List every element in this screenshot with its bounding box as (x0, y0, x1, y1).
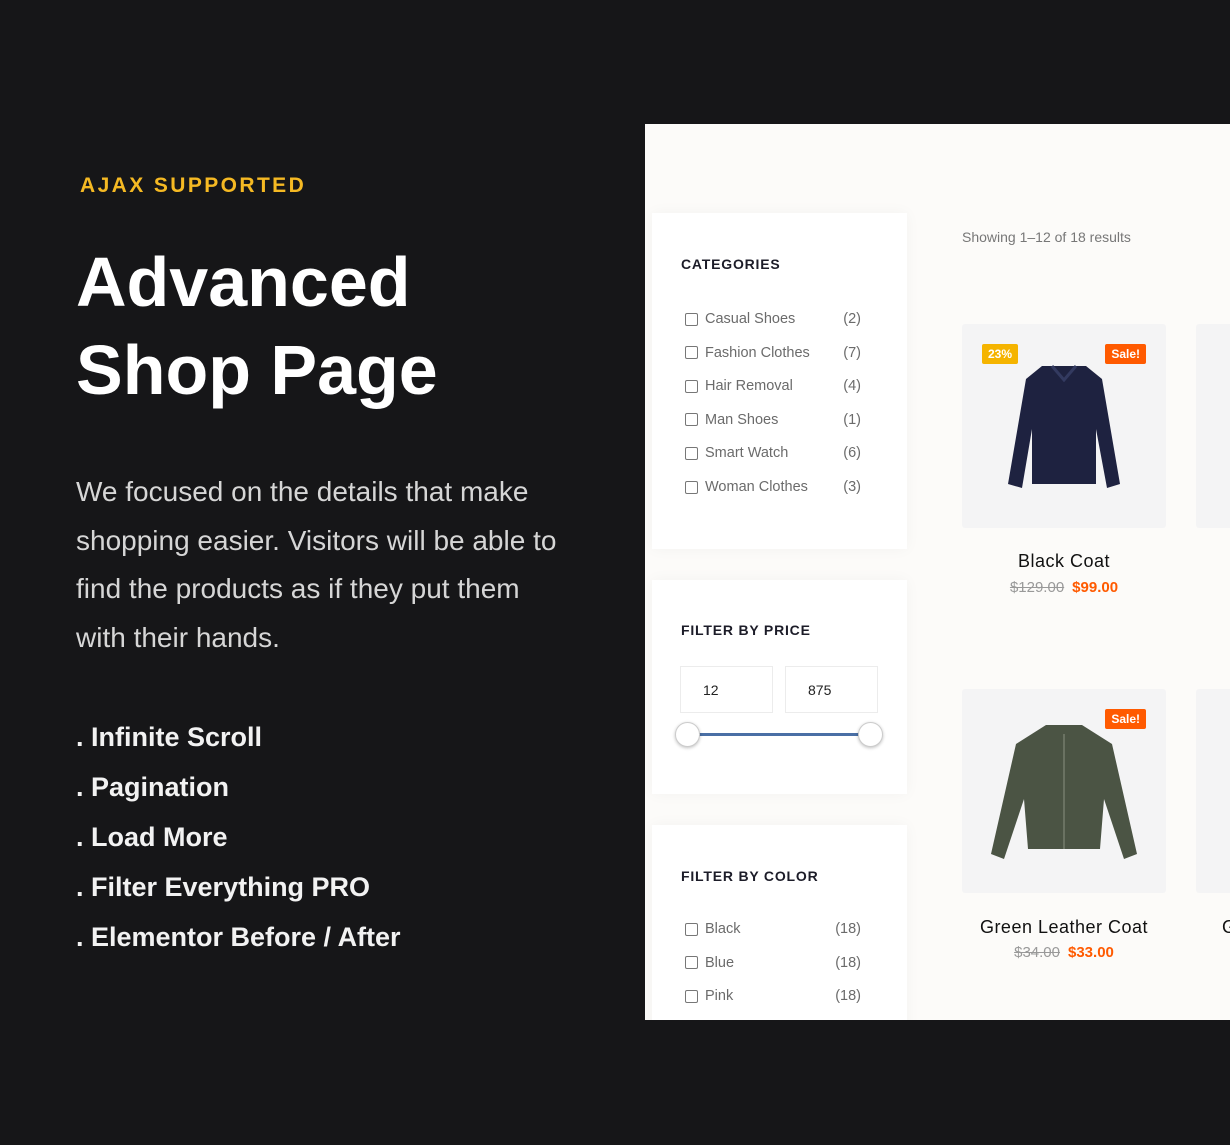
old-price: $129.00 (1009, 579, 1065, 596)
feature-item: . Elementor Before / After (76, 922, 401, 952)
option-count: (7) (843, 344, 861, 361)
checkbox[interactable] (685, 413, 698, 427)
option-count: (18) (835, 988, 861, 1005)
filter-option[interactable]: Black (18) (685, 919, 861, 939)
option-count: (1) (843, 411, 861, 428)
option-count: (2) (843, 311, 861, 327)
filter-option[interactable]: Woman Clothes (3) (685, 477, 861, 497)
min-price-handle[interactable] (675, 722, 700, 747)
feature-list: . Infinite Scroll . Pagination . Load Mo… (76, 722, 401, 972)
option-label: Smart Watch (705, 445, 789, 462)
checkbox[interactable] (685, 922, 698, 936)
option-count: (3) (843, 479, 861, 495)
hero-title: Advanced Shop Page (76, 238, 438, 414)
option-label: Woman Clothes (705, 479, 808, 495)
option-label: Blue (705, 954, 735, 971)
eyebrow-label: AJAX SUPPORTED (80, 174, 307, 197)
product-image[interactable] (1196, 324, 1230, 528)
checkbox[interactable] (685, 480, 698, 494)
product-price: $34.00 $33.00 (962, 944, 1166, 961)
sale-price: $33.00 (1068, 944, 1114, 961)
product-image[interactable]: 23% Sale! (962, 324, 1166, 528)
checkbox[interactable] (685, 379, 698, 393)
widget-title: FILTER BY COLOR (681, 868, 819, 884)
max-price-input[interactable]: 875 (785, 666, 878, 713)
feature-item: . Infinite Scroll (76, 722, 263, 752)
product-name[interactable]: Black Coat (962, 551, 1166, 572)
option-label: Fashion Clothes (705, 344, 810, 361)
feature-item: . Pagination (76, 772, 230, 802)
product-name[interactable]: G (1222, 917, 1230, 938)
filter-option[interactable]: Smart Watch (6) (685, 443, 861, 463)
green-jacket-image (991, 725, 1137, 859)
title-line: Advanced (76, 243, 411, 321)
option-label: Casual Shoes (705, 311, 796, 327)
sale-price: $99.00 (1072, 579, 1119, 596)
checkbox[interactable] (685, 989, 698, 1003)
checkbox[interactable] (685, 446, 698, 460)
feature-item: . Load More (76, 822, 228, 852)
filter-option[interactable]: Blue (18) (685, 953, 861, 973)
option-label: Man Shoes (705, 411, 779, 428)
widget-title: CATEGORIES (681, 256, 781, 272)
old-price: $34.00 (1014, 944, 1060, 961)
product-name[interactable]: Green Leather Coat (962, 917, 1166, 938)
option-count: (18) (835, 954, 861, 971)
min-price-input[interactable]: 12 (680, 666, 773, 713)
categories-widget: CATEGORIES Casual Shoes (2) Fashion Clothe… (652, 213, 907, 549)
checkbox[interactable] (685, 312, 698, 326)
filter-option[interactable]: Hair Removal (4) (685, 376, 861, 396)
feature-item: . Filter Everything PRO (76, 872, 371, 902)
product-image[interactable]: Sale! (962, 689, 1166, 893)
checkbox[interactable] (685, 346, 698, 360)
option-label: Black (705, 921, 741, 937)
option-label: Pink (705, 988, 734, 1005)
option-count: (4) (843, 378, 861, 395)
product-image[interactable] (1196, 689, 1230, 893)
widget-title: FILTER BY PRICE (681, 622, 811, 638)
price-slider-track[interactable] (695, 733, 878, 736)
option-label: Hair Removal (705, 378, 793, 395)
filter-option[interactable]: Fashion Clothes (7) (685, 343, 861, 363)
color-filter-widget: FILTER BY COLOR Black (18) Blue (18) Pink (18… (652, 825, 907, 1020)
product-price: $129.00 $99.00 (962, 579, 1166, 596)
option-count: (18) (835, 921, 861, 937)
max-price-handle[interactable] (858, 722, 883, 747)
filter-option[interactable]: Pink (18) (685, 986, 861, 1006)
shop-page-preview: CATEGORIES Casual Shoes (2) Fashion Clothe… (645, 124, 1230, 1020)
filter-option[interactable]: Casual Shoes (2) (685, 309, 861, 329)
filter-option[interactable]: Man Shoes (1) (685, 410, 861, 430)
price-filter-widget: FILTER BY PRICE 12 875 (652, 580, 907, 794)
result-count: Showing 1–12 of 18 results (962, 229, 1131, 245)
hero-description: We focused on the details that make shop… (76, 476, 557, 653)
black-coat-image (1008, 365, 1120, 488)
title-line: Shop Page (76, 331, 438, 409)
option-count: (6) (843, 445, 861, 462)
checkbox[interactable] (685, 956, 698, 970)
